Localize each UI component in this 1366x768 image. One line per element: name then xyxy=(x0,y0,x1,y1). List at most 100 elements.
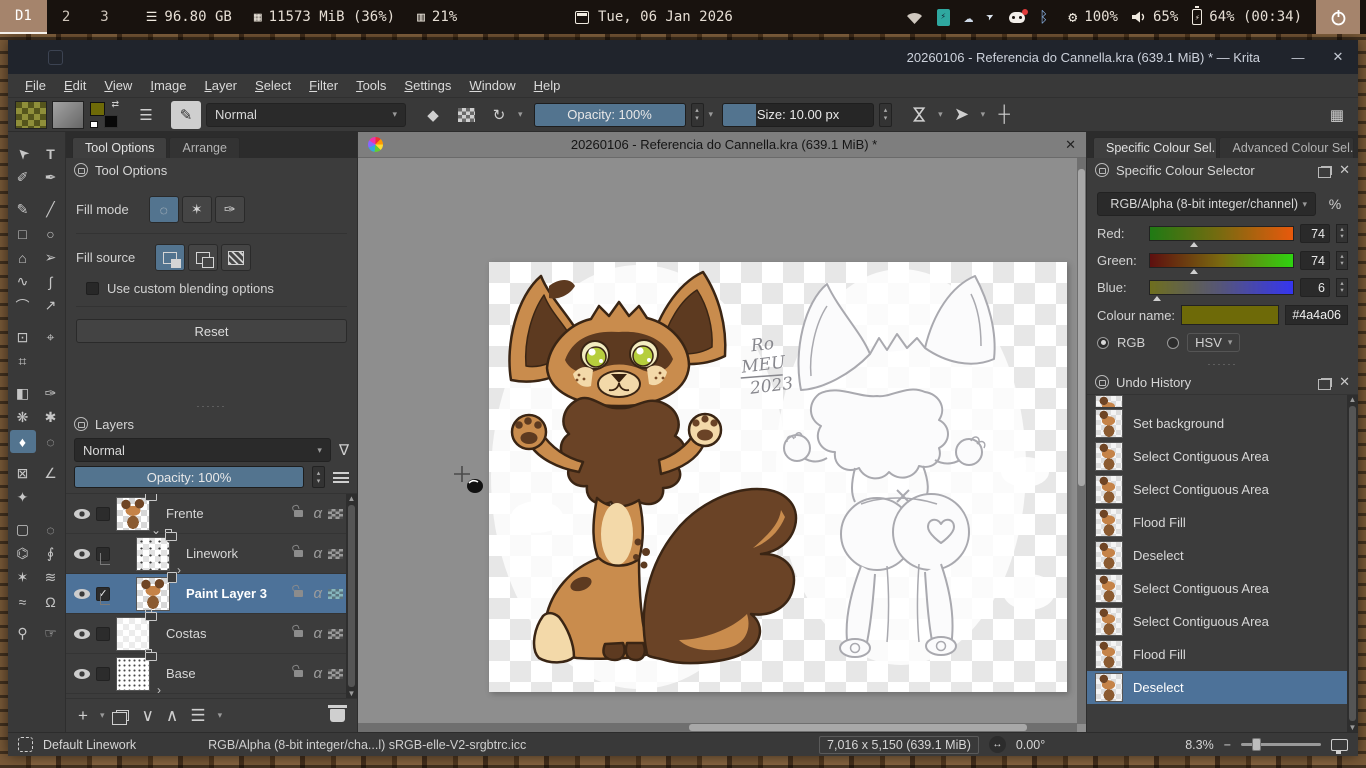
menu-filter[interactable]: Filter xyxy=(300,76,347,95)
menu-edit[interactable]: Edit xyxy=(55,76,95,95)
polygon-tool[interactable]: ⌂ xyxy=(10,246,36,269)
menu-settings[interactable]: Settings xyxy=(395,76,460,95)
close-docker-icon[interactable]: ✕ xyxy=(1339,374,1350,390)
eraser-mode-button[interactable]: ◆ xyxy=(419,101,447,129)
brush-presets-button[interactable]: ☰ xyxy=(132,101,160,129)
bezier-select-tool[interactable]: ≈ xyxy=(10,590,36,613)
zoom-out-icon[interactable]: − xyxy=(1224,738,1231,752)
close-button[interactable]: ✕ xyxy=(1318,40,1358,74)
line-tool[interactable]: ╱ xyxy=(38,198,64,221)
power-button[interactable] xyxy=(1316,0,1360,34)
visibility-icon[interactable] xyxy=(74,629,90,639)
lock-icon[interactable] xyxy=(294,630,303,637)
docker-drag-handle[interactable]: ······ xyxy=(66,402,357,412)
lock-docker-icon[interactable] xyxy=(74,417,88,431)
canvas-horizontal-scrollbar[interactable] xyxy=(358,723,1077,732)
opacity-slider[interactable]: Opacity: 100% xyxy=(534,103,686,127)
tab-specific-colour-selector[interactable]: Specific Colour Sel... xyxy=(1093,137,1217,158)
blue-spinner[interactable]: ▴▾ xyxy=(1336,278,1348,297)
menu-window[interactable]: Window xyxy=(460,76,524,95)
telegram-icon[interactable]: ➤ xyxy=(985,9,998,24)
chevron-down-icon[interactable]: ▾ xyxy=(100,710,105,721)
fill-pattern-button[interactable] xyxy=(221,244,251,271)
lock-icon[interactable] xyxy=(294,550,303,557)
scroll-down-icon[interactable]: ▼ xyxy=(348,689,356,698)
menu-tools[interactable]: Tools xyxy=(347,76,395,95)
cloud-icon[interactable]: ☁ xyxy=(964,9,974,25)
layer-scrollbar[interactable]: ▲ ▼ xyxy=(346,494,357,698)
layers-menu-icon[interactable] xyxy=(333,472,349,483)
layer-row-linework[interactable]: › Linework α xyxy=(66,534,357,574)
fill-foreground-button[interactable] xyxy=(155,244,185,271)
red-slider[interactable] xyxy=(1149,226,1294,241)
pattern-swatch[interactable] xyxy=(15,101,47,129)
blue-slider[interactable] xyxy=(1149,280,1294,295)
measure-tool[interactable]: ∠ xyxy=(38,462,64,485)
lock-icon[interactable] xyxy=(294,670,303,677)
tab-tool-options[interactable]: Tool Options xyxy=(72,137,167,158)
wifi-icon[interactable] xyxy=(906,11,923,24)
text-tool[interactable]: T xyxy=(38,142,64,165)
scrollbar-thumb[interactable] xyxy=(1349,406,1356,721)
menu-file[interactable]: File xyxy=(16,76,55,95)
layer-checkbox[interactable] xyxy=(96,507,110,521)
alpha-icon[interactable]: α xyxy=(313,665,322,682)
delete-layer-button[interactable] xyxy=(330,709,345,722)
lock-docker-icon[interactable] xyxy=(74,163,88,177)
opacity-spinner[interactable]: ▴▾ xyxy=(691,103,704,127)
layer-opacity-slider[interactable]: Opacity: 100% xyxy=(74,466,304,488)
fg-bg-colors[interactable]: ⇄ xyxy=(89,101,119,129)
rgb-radio[interactable] xyxy=(1097,337,1109,349)
freehand-path-tool[interactable]: ∫ xyxy=(38,270,64,293)
layer-checkbox[interactable] xyxy=(96,627,110,641)
volume[interactable]: 65% xyxy=(1132,9,1178,25)
color-sampler-tool[interactable]: ✑ xyxy=(38,382,64,405)
red-value[interactable]: 74 xyxy=(1300,224,1330,243)
dynamic-brush-tool[interactable]: ⌒ xyxy=(10,294,36,317)
visibility-icon[interactable] xyxy=(74,669,90,679)
canvas-vertical-scrollbar[interactable] xyxy=(1077,158,1086,724)
float-docker-icon[interactable] xyxy=(1321,378,1332,387)
blending-mode-combo[interactable]: Normal ▾ xyxy=(206,103,406,127)
assistants-tool[interactable]: ⊠ xyxy=(10,462,36,485)
green-value[interactable]: 74 xyxy=(1300,251,1330,270)
menu-help[interactable]: Help xyxy=(525,76,570,95)
workspace-chooser-button[interactable]: ▦ xyxy=(1323,101,1351,129)
rect-select-tool[interactable]: ▢ xyxy=(10,518,36,541)
move-layer-down-button[interactable]: ∨ xyxy=(141,706,153,726)
similar-select-tool[interactable]: ≋ xyxy=(38,566,64,589)
custom-blending-checkbox[interactable] xyxy=(86,282,99,295)
freehand-select-tool[interactable]: ∮ xyxy=(38,542,64,565)
calligraphy-tool[interactable]: ✒ xyxy=(38,166,64,189)
scroll-up-icon[interactable]: ▲ xyxy=(1349,395,1357,404)
layer-row-frente[interactable]: ⌄ Frente α xyxy=(66,494,357,534)
fill-tool[interactable]: ♦ xyxy=(10,430,36,453)
docker-drag-handle[interactable]: ······ xyxy=(1087,360,1358,370)
gradient-tool[interactable]: ◧ xyxy=(10,382,36,405)
undo-item[interactable]: Select Contiguous Area xyxy=(1087,605,1358,638)
menu-view[interactable]: View xyxy=(95,76,141,95)
fill-contiguous-button[interactable]: ✶ xyxy=(182,196,212,223)
gradient-swatch[interactable] xyxy=(52,101,84,129)
hsv-combo[interactable]: HSV ▾ xyxy=(1187,333,1240,352)
zoom-slider-thumb[interactable] xyxy=(1252,738,1261,751)
chevron-down-icon[interactable]: ⌄ xyxy=(151,526,161,534)
brightness[interactable]: ⚙ 100% xyxy=(1068,9,1118,25)
layer-opacity-spinner[interactable]: ▴▾ xyxy=(312,466,325,488)
fit-screen-icon[interactable] xyxy=(1331,739,1348,751)
undo-scrollbar[interactable]: ▲ ▼ xyxy=(1347,395,1358,732)
layer-blending-combo[interactable]: Normal ▾ xyxy=(74,438,331,462)
lock-icon[interactable] xyxy=(294,510,303,517)
colour-hex-field[interactable]: #4a4a06 xyxy=(1285,305,1348,325)
visibility-icon[interactable] xyxy=(74,549,90,559)
scrollbar-thumb[interactable] xyxy=(348,505,355,687)
undo-item[interactable]: Flood Fill xyxy=(1087,638,1358,671)
bluetooth-icon[interactable]: ᛒ xyxy=(1039,10,1048,25)
lock-icon[interactable] xyxy=(294,590,303,597)
inherit-alpha-icon[interactable] xyxy=(328,589,343,599)
chevron-down-icon[interactable]: ▾ xyxy=(518,109,523,120)
chevron-right-icon[interactable]: › xyxy=(157,686,161,694)
undo-item[interactable]: Deselect xyxy=(1087,539,1358,572)
rectangle-tool[interactable]: □ xyxy=(10,222,36,245)
chevron-down-icon[interactable]: ▾ xyxy=(218,710,223,721)
